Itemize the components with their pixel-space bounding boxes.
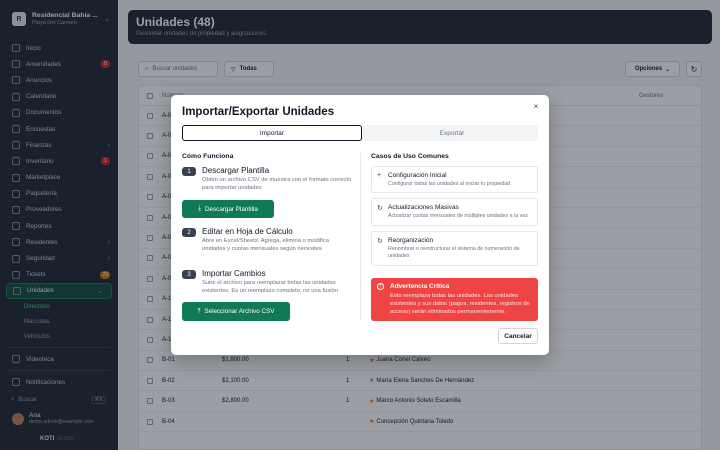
how-it-works-title: Cómo Funciona (182, 153, 234, 160)
select-csv-button[interactable]: ⤒ Seleccionar Archivo CSV (182, 302, 290, 321)
close-icon: × (533, 101, 539, 111)
use-case-reorganization: ↻ Reorganización Renombrar o reestructur… (371, 231, 538, 266)
select-csv-label: Seleccionar Archivo CSV (204, 308, 275, 315)
step-description: Obtén un archivo CSV de muestra con el f… (202, 177, 352, 192)
step-title: Descargar Plantilla (202, 166, 270, 175)
step-description: Abre en Excel/Sheets. Agrega, elimina o … (202, 238, 329, 253)
step-1: 1 Descargar Plantilla Obtén un archivo C… (182, 166, 354, 196)
step-title: Importar Cambios (202, 269, 266, 278)
upload-icon: ⤒ (197, 307, 201, 315)
divider (360, 153, 361, 321)
step-number: 1 (182, 167, 196, 176)
download-template-button[interactable]: ⤓ Descargar Plantilla (182, 200, 274, 218)
warning-description: Esto reemplaza todas las unidades. Las u… (390, 293, 530, 316)
close-button[interactable]: × (531, 101, 541, 111)
refresh-icon: ↻ (377, 205, 383, 212)
use-case-title: Configuración Inicial (388, 172, 447, 179)
warning-title: Advertencia Crítica (390, 283, 450, 290)
tab-importar[interactable]: Importar (182, 125, 362, 141)
use-case-description: Renombrar o reestructurar el sistema de … (388, 246, 520, 260)
step-title: Editar en Hoja de Cálculo (202, 227, 293, 236)
step-description: Sube el archivo para reemplazar todas la… (202, 280, 338, 295)
modal-title: Importar/Exportar Unidades (182, 106, 335, 118)
use-cases-title: Casos de Uso Comunes (371, 153, 449, 160)
use-case-title: Reorganización (388, 237, 434, 244)
use-case-initial-setup: + Configuración Inicial Configurar todas… (371, 166, 538, 193)
refresh-icon: ↻ (377, 238, 383, 245)
use-case-description: Actualizar cuotas mensuales de múltiples… (388, 213, 528, 219)
use-case-description: Configurar todas las unidades al iniciar… (388, 181, 511, 187)
step-3: 3 Importar Cambios Sube el archivo para … (182, 269, 354, 299)
tab-exportar[interactable]: Exportar (362, 125, 542, 141)
import-export-modal: Importar/Exportar Unidades × Importar Ex… (171, 95, 549, 355)
step-number: 2 (182, 228, 196, 237)
critical-warning: ! Advertencia Crítica Esto reemplaza tod… (371, 278, 538, 321)
step-2: 2 Editar en Hoja de Cálculo Abre en Exce… (182, 227, 354, 257)
plus-icon: + (377, 172, 382, 179)
use-case-bulk-updates: ↻ Actualizaciones Masivas Actualizar cuo… (371, 198, 538, 226)
step-number: 3 (182, 270, 196, 279)
download-icon: ⤓ (198, 205, 201, 212)
use-case-title: Actualizaciones Masivas (388, 204, 459, 211)
alert-icon: ! (377, 283, 384, 290)
download-template-label: Descargar Plantilla (204, 205, 258, 213)
modal-tabs: Importar Exportar (182, 125, 538, 141)
cancel-button[interactable]: Cancelar (498, 328, 538, 344)
